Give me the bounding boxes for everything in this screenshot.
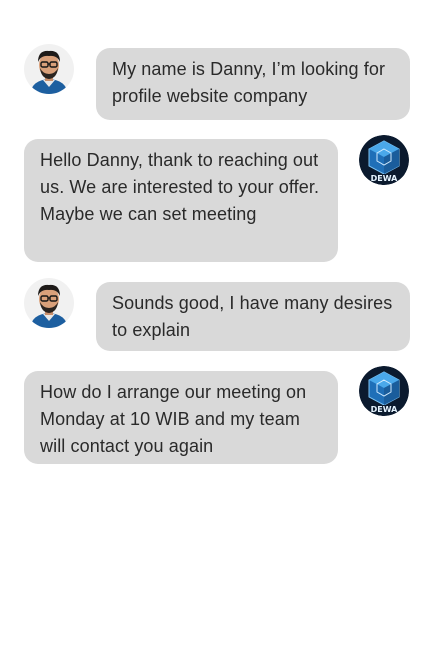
message-text: Hello Danny, thank to reaching out us. W… — [40, 150, 320, 224]
message-text: My name is Danny, I’m looking for profil… — [112, 59, 386, 106]
user-avatar — [24, 44, 74, 94]
message-text: How do I arrange our meeting on Monday a… — [40, 382, 307, 456]
user-avatar-image — [24, 44, 74, 94]
message-bubble-received: How do I arrange our meeting on Monday a… — [24, 371, 338, 464]
company-avatar-text: DEWA — [370, 174, 398, 183]
user-avatar-image — [24, 278, 74, 328]
user-avatar — [24, 278, 74, 328]
company-avatar: DEWA — [359, 366, 409, 416]
message-bubble-sent: My name is Danny, I’m looking for profil… — [96, 48, 410, 120]
message-bubble-sent: Sounds good, I have many desires to expl… — [96, 282, 410, 351]
message-text: Sounds good, I have many desires to expl… — [112, 293, 393, 340]
message-bubble-received: Hello Danny, thank to reaching out us. W… — [24, 139, 338, 262]
company-avatar: DEWA — [359, 135, 409, 185]
company-avatar-text: DEWA — [370, 405, 398, 414]
